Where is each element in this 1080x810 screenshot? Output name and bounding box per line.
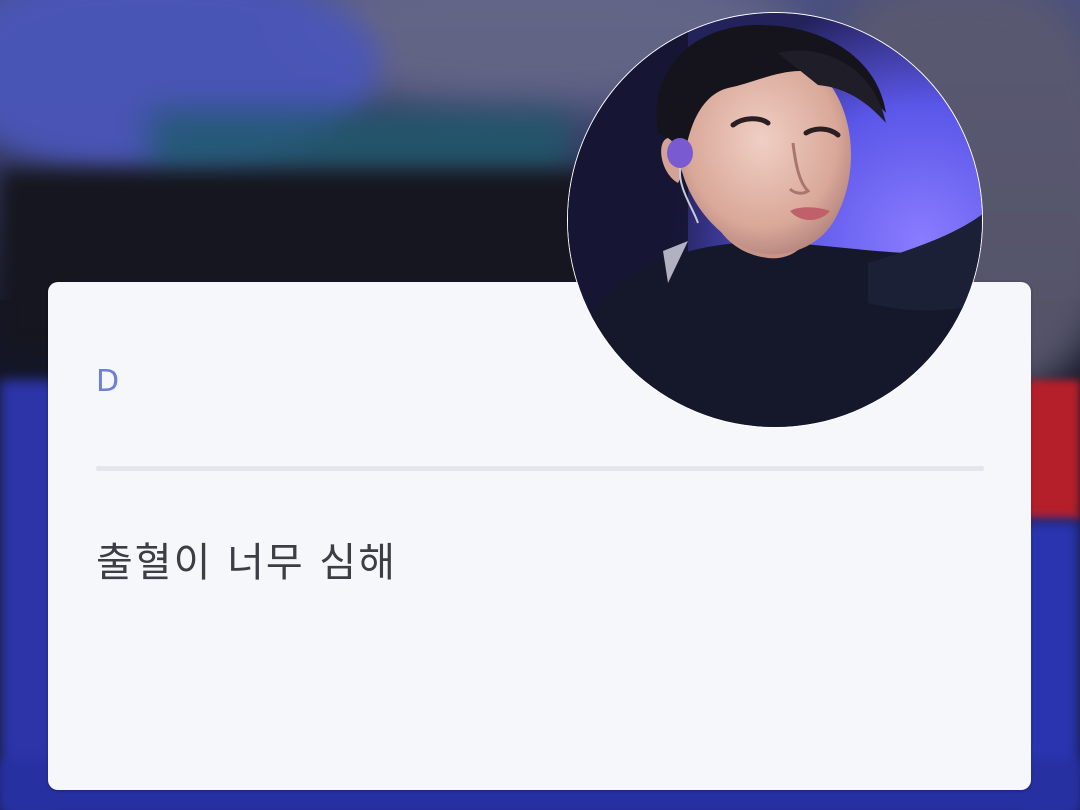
divider — [96, 466, 984, 471]
message-text: 출혈이 너무 심해 — [96, 540, 398, 586]
app-screen: D 출혈이 너무 심해 — [0, 0, 1080, 810]
speaker-label: D — [96, 364, 121, 399]
profile-photo-icon — [568, 13, 982, 427]
avatar[interactable] — [567, 12, 983, 428]
